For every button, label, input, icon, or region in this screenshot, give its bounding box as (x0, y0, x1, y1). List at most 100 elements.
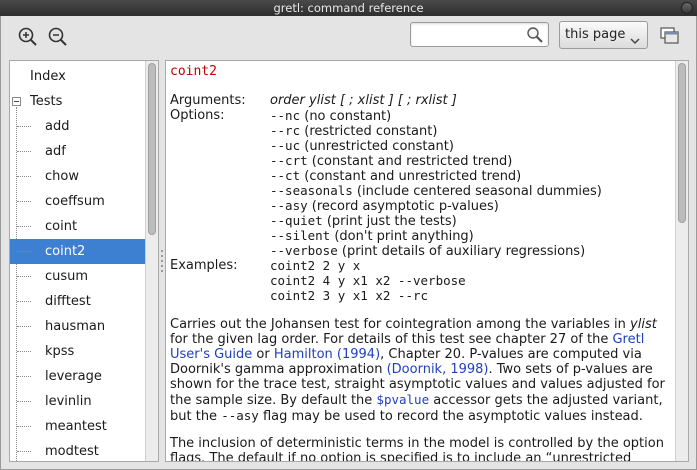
doornik-link[interactable]: (Doornik, 1998) (387, 362, 489, 377)
tree-branch-line (17, 126, 31, 127)
option-description: (constant and restricted trend) (307, 154, 513, 169)
collapse-icon[interactable] (12, 97, 21, 106)
chevron-down-icon (630, 30, 640, 45)
tree-item-label: difftest (45, 294, 91, 309)
tree-item-label: meantest (45, 419, 107, 434)
option-flag: --uc (270, 138, 301, 153)
description-paragraph: Carries out the Johansen test for cointe… (170, 317, 665, 424)
option-flag: --silent (270, 228, 331, 243)
tree-item-coint[interactable]: coint (10, 214, 145, 239)
search-field[interactable] (410, 22, 549, 47)
tree-item-label: coint (45, 219, 78, 234)
tree-branch-line (17, 201, 31, 202)
arguments-value: order ylist [ ; xlist ] [ ; rxlist ] (270, 93, 457, 108)
tree-item-add[interactable]: add (10, 114, 145, 139)
option-description: (record asymptotic p-values) (307, 199, 499, 214)
arguments-row: Arguments: order ylist [ ; xlist ] [ ; r… (170, 93, 457, 108)
option-flag: --nc (270, 108, 301, 123)
tree-branch-line (17, 326, 31, 327)
new-window-icon[interactable] (660, 27, 680, 45)
tree-item-label: adf (45, 144, 66, 159)
examples-label-row: Examples: (170, 258, 238, 273)
tree-item-levinlin[interactable]: levinlin (10, 389, 145, 414)
tree-item-label: chow (45, 169, 79, 184)
option-description: (include centered seasonal dummies) (352, 184, 602, 199)
search-scope-value: this page (565, 27, 626, 42)
tree-item-kpss[interactable]: kpss (10, 339, 145, 364)
tree-branch-line (17, 226, 31, 227)
search-input[interactable] (415, 26, 525, 44)
tree-item-coint2[interactable]: coint2 (10, 239, 145, 264)
tree-branch-line (17, 376, 31, 377)
option-flag: --quiet (270, 213, 323, 228)
tree-branch-line (17, 176, 31, 177)
option-flag: --verbose (270, 243, 338, 258)
deterministic-terms-paragraph: The inclusion of deterministic terms in … (170, 436, 664, 462)
tree-scrollbar[interactable] (145, 61, 158, 461)
tree-item-difftest[interactable]: difftest (10, 289, 145, 314)
option-description: (print just the tests) (322, 214, 457, 229)
tree-branch-line (17, 276, 31, 277)
tree-item-label: Index (30, 69, 66, 84)
tree-item-index[interactable]: Index (10, 64, 145, 89)
arguments-label: Arguments: (170, 93, 246, 108)
options-label: Options: (170, 108, 225, 123)
tree-item-hausman[interactable]: hausman (10, 314, 145, 339)
app-window: this page Index Tests add adf chow coeffsum… (0, 16, 697, 470)
tree-item-chow[interactable]: chow (10, 164, 145, 189)
tree-item-label: Tests (30, 94, 63, 109)
tree-item-label: cusum (45, 269, 89, 284)
tree-item-coeffsum[interactable]: coeffsum (10, 189, 145, 214)
option-flag: --ct (270, 168, 301, 183)
option-flag: --crt (270, 153, 308, 168)
help-scrollbar-thumb[interactable] (678, 63, 686, 223)
help-content: coint2 Arguments: order ylist [ ; xlist … (165, 60, 689, 462)
tree-item-tests[interactable]: Tests (10, 89, 145, 114)
tree-item-label: levinlin (45, 394, 92, 409)
tree-branch-line (17, 251, 31, 252)
option-description: (print details of auxiliary regressions) (337, 244, 586, 259)
toolbar: this page (1, 16, 696, 58)
topic-tree: Index Tests add adf chow coeffsum coint coint… (9, 60, 159, 462)
search-icon[interactable] (525, 25, 545, 45)
option-flag: --rc (270, 123, 301, 138)
tree-branch-line (17, 426, 31, 427)
tree-item-label: add (45, 119, 70, 134)
tree-item-label: hausman (45, 319, 106, 334)
example-code: coint2 3 y x1 x2 --rc (270, 288, 429, 303)
hamilton-link[interactable]: Hamilton (1994) (274, 347, 380, 362)
tree-item-label: leverage (45, 369, 102, 384)
zoom-out-icon[interactable] (46, 25, 70, 49)
option-description: (don't print anything) (330, 229, 474, 244)
tree-item-adf[interactable]: adf (10, 139, 145, 164)
option-description: (unrestricted constant) (300, 139, 454, 154)
search-scope-dropdown[interactable]: this page (559, 21, 648, 49)
status-bar (1, 463, 696, 470)
tree-branch-line (17, 401, 31, 402)
examples-label: Examples: (170, 258, 238, 273)
tree-branch-line (17, 301, 31, 302)
command-heading: coint2 (170, 64, 217, 79)
tree-item-modtest[interactable]: modtest (10, 439, 145, 461)
option-flag: --seasonals (270, 183, 353, 198)
option-description: (no constant) (300, 109, 392, 124)
example-code: coint2 2 y x (270, 258, 361, 273)
tree-branch-line (17, 451, 31, 452)
tree-item-label: coeffsum (45, 194, 105, 209)
tree-item-label: kpss (45, 344, 75, 359)
tree-item-meantest[interactable]: meantest (10, 414, 145, 439)
tree-item-leverage[interactable]: leverage (10, 364, 145, 389)
window-close-button[interactable] (681, 2, 693, 14)
tree-scrollbar-thumb[interactable] (148, 63, 156, 235)
zoom-in-icon[interactable] (16, 25, 40, 49)
tree-branch-line (17, 351, 31, 352)
pvalue-accessor-link[interactable]: $pvalue (376, 392, 429, 407)
option-description: (constant and unrestricted trend) (300, 169, 522, 184)
tree-item-cusum[interactable]: cusum (10, 264, 145, 289)
example-code: coint2 4 y x1 x2 --verbose (270, 273, 466, 288)
window-title: gretl: command reference (273, 1, 424, 15)
tree-item-label: modtest (45, 444, 99, 459)
options-label-row: Options: (170, 108, 225, 123)
help-scrollbar[interactable] (675, 61, 688, 461)
tree-branch-line (17, 151, 31, 152)
